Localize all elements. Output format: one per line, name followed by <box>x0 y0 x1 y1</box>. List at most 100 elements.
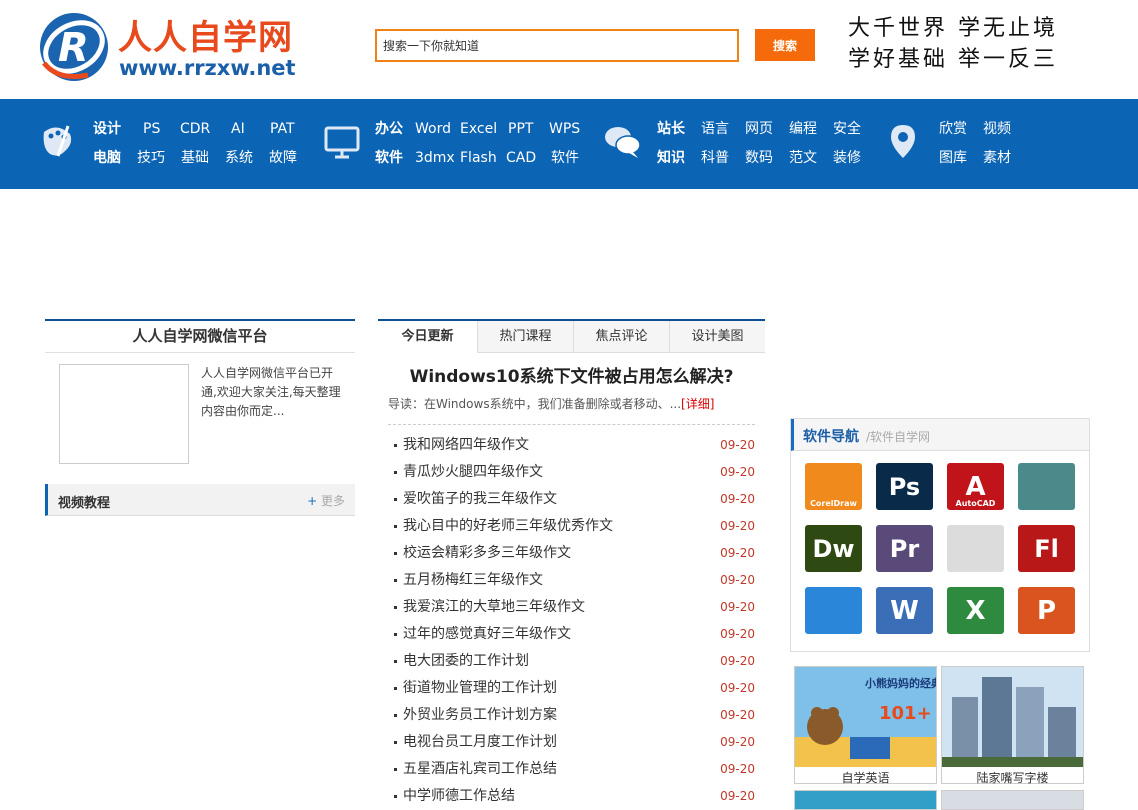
article-list-item[interactable]: 中学师德工作总结 09-20 <box>388 784 755 810</box>
nav-link-wps[interactable]: WPS <box>549 120 580 138</box>
logo-url[interactable]: www.rrzxw.net <box>119 55 296 81</box>
autocad-icon[interactable]: A AutoCAD <box>947 463 1004 510</box>
video-camera-icon[interactable] <box>947 525 1004 572</box>
thumb-next-1[interactable] <box>794 790 937 810</box>
thumb-office-building[interactable] <box>941 666 1084 784</box>
nav-link-cad[interactable]: CAD <box>506 149 536 167</box>
nav-link-decoration[interactable]: 装修 <box>833 149 861 167</box>
article-list-item[interactable]: 我心目中的好老师三年级优秀作文 09-20 <box>388 514 755 541</box>
article-title[interactable]: 电大团委的工作计划 <box>403 649 529 674</box>
article-title[interactable]: 五星酒店礼宾司工作总结 <box>403 757 557 782</box>
nav-link-design[interactable]: 设计 <box>93 120 121 138</box>
nav-link-ppt[interactable]: PPT <box>508 120 533 138</box>
thumb-next-2[interactable] <box>941 790 1084 810</box>
article-title[interactable]: 中学师德工作总结 <box>403 784 515 809</box>
video-more-link[interactable]: + 更多 <box>307 492 345 509</box>
search-button[interactable]: 搜索 <box>755 29 815 61</box>
thumb-english-book[interactable]: 小熊妈妈的经典英语绘本 101+ <box>794 666 986 784</box>
flash-icon[interactable]: Fl <box>1018 525 1075 572</box>
article-list-item[interactable]: 我和网络四年级作文 09-20 <box>388 433 755 460</box>
nav-link-tips[interactable]: 技巧 <box>137 149 165 167</box>
office-building-image <box>942 667 1083 767</box>
nav-link-3dmx[interactable]: 3dmx <box>415 149 455 167</box>
tab-hot-courses[interactable]: 热门课程 <box>478 321 574 353</box>
article-title[interactable]: 我爱滨江的大草地三年级作文 <box>403 595 585 620</box>
article-list-item[interactable]: 爱吹笛子的我三年级作文 09-20 <box>388 487 755 514</box>
nav-link-materials[interactable]: 素材 <box>983 149 1011 167</box>
search-input[interactable] <box>375 29 739 62</box>
article-list-item[interactable]: 五月杨梅红三年级作文 09-20 <box>388 568 755 595</box>
article-list-item[interactable]: 我爱滨江的大草地三年级作文 09-20 <box>388 595 755 622</box>
nav-link-excel[interactable]: Excel <box>460 120 497 138</box>
article-title[interactable]: 过年的感觉真好三年级作文 <box>403 622 571 647</box>
nav-link-flash[interactable]: Flash <box>460 149 497 167</box>
nav-link-basics[interactable]: 基础 <box>181 149 209 167</box>
article-list-item[interactable]: 过年的感觉真好三年级作文 09-20 <box>388 622 755 649</box>
thumb-caption-building[interactable]: 陆家嘴写字楼 <box>941 769 1084 786</box>
nav-link-office[interactable]: 办公 <box>375 120 403 138</box>
nav-link-fault[interactable]: 故障 <box>269 149 297 167</box>
nav-link-video[interactable]: 视频 <box>983 120 1011 138</box>
headline-more-link[interactable]: [详细] <box>681 397 714 411</box>
nav-link-appreciation[interactable]: 欣赏 <box>939 120 967 138</box>
article-title[interactable]: 五月杨梅红三年级作文 <box>403 568 543 593</box>
nav-link-ps[interactable]: PS <box>143 120 160 138</box>
word-icon[interactable]: W <box>876 587 933 634</box>
video-tutorial-title[interactable]: 视频教程 <box>58 492 110 511</box>
nav-link-security[interactable]: 安全 <box>833 120 861 138</box>
nav-link-knowledge[interactable]: 知识 <box>657 149 685 167</box>
article-list-item[interactable]: 电视台员工月度工作计划 09-20 <box>388 730 755 757</box>
article-title[interactable]: 电视台员工月度工作计划 <box>403 730 557 755</box>
tab-design-images[interactable]: 设计美图 <box>670 321 765 353</box>
nav-link-language[interactable]: 语言 <box>701 120 729 138</box>
article-list-item[interactable]: 外贸业务员工作计划方案 09-20 <box>388 703 755 730</box>
nav-link-software-2[interactable]: 软件 <box>551 149 579 167</box>
powerpoint-icon[interactable]: P <box>1018 587 1075 634</box>
logo-mark-icon[interactable]: R <box>38 11 110 83</box>
article-list-item[interactable]: 五星酒店礼宾司工作总结 09-20 <box>388 757 755 784</box>
article-list-item[interactable]: 电大团委的工作计划 09-20 <box>388 649 755 676</box>
article-title[interactable]: 爱吹笛子的我三年级作文 <box>403 487 557 512</box>
article-list-item[interactable]: 校运会精彩多多三年级作文 09-20 <box>388 541 755 568</box>
windows-icon[interactable] <box>805 587 862 634</box>
premiere-icon[interactable]: Pr <box>876 525 933 572</box>
article-list-item[interactable]: 青瓜炒火腿四年级作文 09-20 <box>388 460 755 487</box>
nav-link-digital[interactable]: 数码 <box>745 149 773 167</box>
logo-title[interactable]: 人人自学网 <box>118 18 293 58</box>
headline-title[interactable]: Windows10系统下文件被占用怎么解决? <box>378 365 765 389</box>
thumb-caption-english[interactable]: 自学英语 <box>794 769 937 786</box>
bullet-icon <box>394 633 397 636</box>
tab-today-updates[interactable]: 今日更新 <box>378 321 478 353</box>
article-title[interactable]: 外贸业务员工作计划方案 <box>403 703 557 728</box>
bullet-icon <box>394 741 397 744</box>
nav-link-system[interactable]: 系统 <box>225 149 253 167</box>
bullet-icon <box>394 795 397 798</box>
nav-link-word[interactable]: Word <box>415 120 451 138</box>
dreamweaver-icon[interactable]: Dw <box>805 525 862 572</box>
headline-lead-text: 导读：在Windows系统中，我们准备删除或者移动、... <box>388 397 682 411</box>
nav-link-ai[interactable]: AI <box>231 120 245 138</box>
nav-link-software[interactable]: 软件 <box>375 149 403 167</box>
article-title[interactable]: 我心目中的好老师三年级优秀作文 <box>403 514 613 539</box>
nav-link-webpage[interactable]: 网页 <box>745 120 773 138</box>
nav-link-pat[interactable]: PAT <box>270 120 295 138</box>
nav-link-gallery[interactable]: 图库 <box>939 149 967 167</box>
nav-link-computer[interactable]: 电脑 <box>93 149 121 167</box>
monitor-icon <box>324 126 360 159</box>
photoshop-icon[interactable]: Ps <box>876 463 933 510</box>
article-title[interactable]: 街道物业管理的工作计划 <box>403 676 557 701</box>
3dsmax-icon[interactable] <box>1018 463 1075 510</box>
nav-link-programming[interactable]: 编程 <box>789 120 817 138</box>
coreldraw-icon[interactable]: CorelDraw <box>805 463 862 510</box>
article-title[interactable]: 我和网络四年级作文 <box>403 433 529 458</box>
article-date: 09-20 <box>720 627 755 641</box>
nav-link-webmaster[interactable]: 站长 <box>657 120 685 138</box>
article-list-item[interactable]: 街道物业管理的工作计划 09-20 <box>388 676 755 703</box>
nav-link-science[interactable]: 科普 <box>701 149 729 167</box>
nav-link-cdr[interactable]: CDR <box>180 120 210 138</box>
excel-icon[interactable]: X <box>947 587 1004 634</box>
tab-focus-comments[interactable]: 焦点评论 <box>574 321 670 353</box>
article-title[interactable]: 校运会精彩多多三年级作文 <box>403 541 571 566</box>
nav-link-essays[interactable]: 范文 <box>789 149 817 167</box>
article-title[interactable]: 青瓜炒火腿四年级作文 <box>403 460 543 485</box>
